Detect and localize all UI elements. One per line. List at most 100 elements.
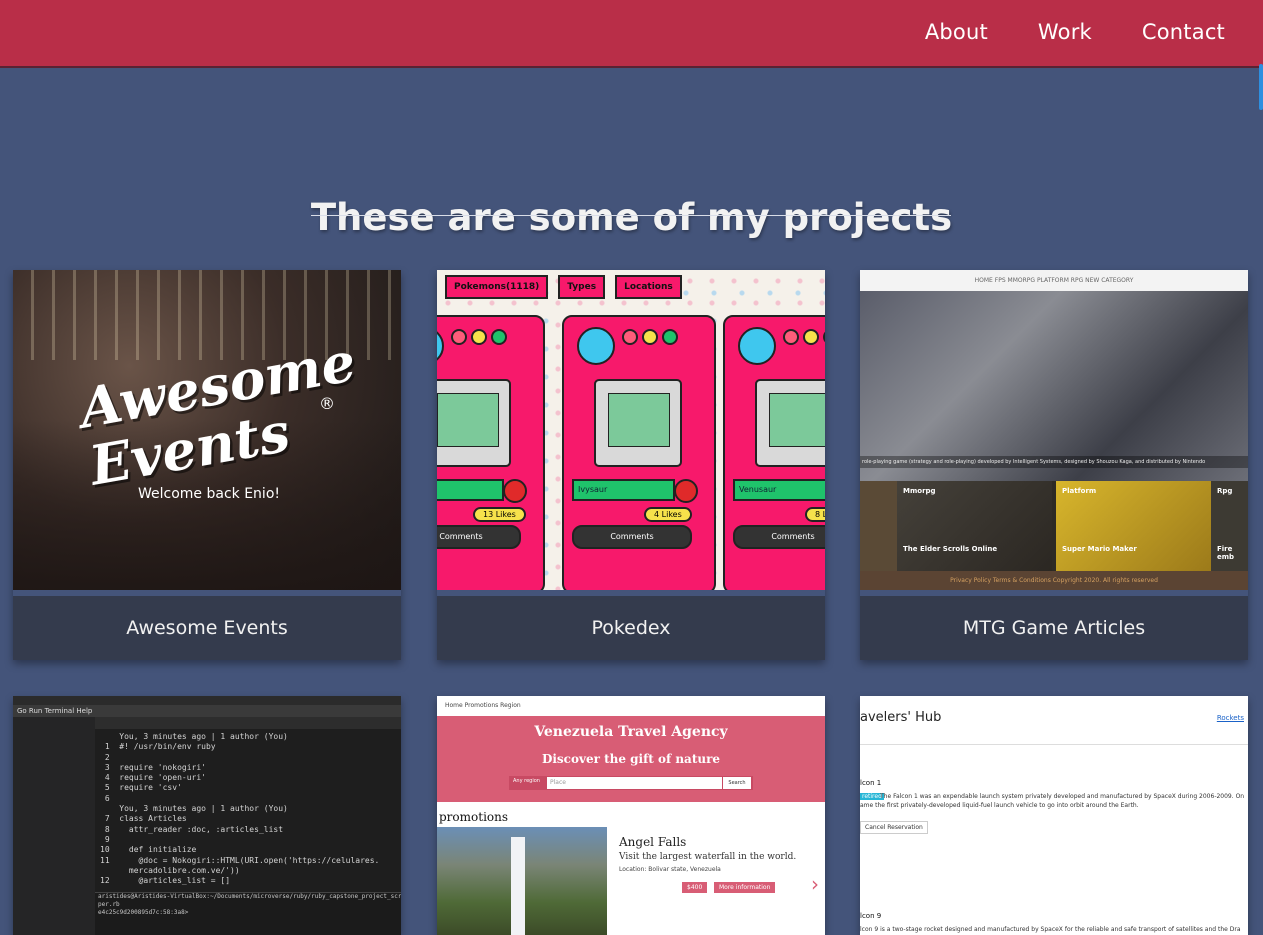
project-screenshot[interactable]: Awesome Events ® Welcome back Enio!	[13, 270, 401, 590]
heart-icon	[503, 479, 527, 503]
yellow-light-icon	[803, 329, 819, 345]
pokemon-screen	[755, 379, 825, 467]
pokemon-name: asaur	[437, 479, 504, 501]
green-light-icon	[491, 329, 507, 345]
promo-description: Visit the largest waterfall in the world…	[619, 852, 797, 862]
rocket-description: The Falcon 1 was an expendable launch sy…	[880, 793, 1245, 800]
editor-tabs	[95, 717, 401, 729]
mtg-menu: HOME FPS MMORPG PLATFORM RPG NEW CATEGOR…	[860, 270, 1248, 291]
lens-icon	[577, 327, 615, 365]
heading-underline	[311, 215, 951, 216]
promo-title: Angel Falls	[619, 835, 687, 849]
mtg-footer: Privacy Policy Terms & Conditions Copyri…	[860, 571, 1248, 590]
rocket-description: lcon 9 is a two-stage rocket designed an…	[860, 926, 1241, 933]
hero-artwork: role-playing game (strategy and role-pla…	[860, 291, 1248, 481]
waterfall-photo	[437, 827, 607, 935]
project-title[interactable]: Pokedex	[437, 596, 825, 660]
comments-button: Comments	[733, 525, 825, 549]
editor-sidebar	[13, 717, 95, 935]
chevron-right-icon: ›	[811, 872, 819, 896]
category-label: Mmorpg	[903, 487, 936, 495]
red-light-icon	[451, 329, 467, 345]
rocket-name: lcon 1	[860, 779, 882, 787]
registered-mark: ®	[319, 394, 335, 413]
likes-count: 4 Likes	[644, 507, 692, 522]
nav-link-contact[interactable]: Contact	[1142, 20, 1225, 44]
comments-button: Comments	[572, 525, 692, 549]
window-titlebar	[13, 696, 401, 705]
project-screenshot[interactable]: Home Promotions Region Venezuela Travel …	[437, 696, 825, 935]
cancel-reservation-button: Cancel Reservation	[860, 821, 928, 834]
hero-caption: role-playing game (strategy and role-pla…	[860, 456, 1248, 468]
travel-search: Any region Place Search	[509, 776, 753, 790]
category-row: Mmorpg The Elder Scrolls Online Platform…	[860, 481, 1248, 571]
article-title: The Elder Scrolls Online	[903, 545, 998, 553]
project-screenshot[interactable]: HOME FPS MMORPG PLATFORM RPG NEW CATEGOR…	[860, 270, 1248, 590]
category-tile-mmorpg: Mmorpg The Elder Scrolls Online	[897, 481, 1052, 571]
rockets-link: Rockets	[1216, 714, 1244, 722]
comments-button: Comments	[437, 525, 521, 549]
region-select: Any region	[513, 778, 540, 784]
project-screenshot[interactable]: Pokemons(1118) Types Locations asaur 13 …	[437, 270, 825, 590]
rocket-name: lcon 9	[860, 912, 882, 920]
pokemon-screen	[437, 379, 511, 467]
project-card-pokedex[interactable]: Pokemons(1118) Types Locations asaur 13 …	[437, 270, 825, 660]
category-label: Platform	[1062, 487, 1097, 495]
project-card-scraper[interactable]: Go Run Terminal Help You, 3 minutes ago …	[13, 696, 401, 935]
green-light-icon	[662, 329, 678, 345]
pokemon-screen	[594, 379, 682, 467]
article-title: Super Mario Maker	[1062, 545, 1137, 553]
green-light-icon	[823, 329, 825, 345]
travel-nav: Home Promotions Region	[437, 696, 825, 716]
top-navbar: About Work Contact	[0, 0, 1263, 68]
project-title[interactable]: MTG Game Articles	[860, 596, 1248, 660]
tab-locations: Locations	[615, 275, 682, 299]
promotions-heading: promotions	[439, 810, 509, 824]
main-nav: About Work Contact	[875, 20, 1225, 44]
project-card-travelers-hub[interactable]: avelers' Hub Rockets lcon 1 retired The …	[860, 696, 1248, 935]
rocket-description-cont: ame the first privately-developed liquid…	[860, 802, 1139, 809]
tab-types: Types	[558, 275, 606, 299]
terminal-panel: aristides@Aristides-VirtualBox:~/Documen…	[95, 892, 401, 935]
price-badge: $400	[682, 882, 708, 893]
tab-pokemons: Pokemons(1118)	[445, 275, 549, 299]
red-light-icon	[622, 329, 638, 345]
promo-location: Location: Bolivar state, Venezuela	[619, 866, 721, 873]
code-editor: You, 3 minutes ago | 1 author (You) 1 #!…	[100, 732, 380, 886]
likes-count: 8 L	[805, 507, 825, 522]
place-input: Place	[547, 777, 722, 789]
search-button: Search	[723, 777, 751, 789]
project-screenshot[interactable]: Go Run Terminal Help You, 3 minutes ago …	[13, 696, 401, 935]
editor-menubar: Go Run Terminal Help	[13, 705, 401, 717]
pokemon-name: Venusaur	[733, 479, 825, 501]
welcome-text: Welcome back Enio!	[138, 486, 280, 502]
project-card-mtg-articles[interactable]: HOME FPS MMORPG PLATFORM RPG NEW CATEGOR…	[860, 270, 1248, 660]
project-card-awesome-events[interactable]: Awesome Events ® Welcome back Enio! Awes…	[13, 270, 401, 660]
lens-icon	[437, 327, 444, 365]
more-info-button: More information	[714, 882, 776, 893]
yellow-light-icon	[471, 329, 487, 345]
heart-icon	[674, 479, 698, 503]
article-title: Fire emb	[1217, 545, 1235, 561]
category-tile-rpg: Rpg Fire emb	[1211, 481, 1248, 571]
travel-hero: Venezuela Travel Agency Discover the gif…	[437, 716, 825, 802]
red-light-icon	[783, 329, 799, 345]
pokedex-card: asaur 13 Likes Comments	[437, 315, 545, 590]
pokemon-name: Ivysaur	[572, 479, 675, 501]
travel-title: Venezuela Travel Agency	[534, 724, 728, 740]
lens-icon	[738, 327, 776, 365]
pokedex-card: Ivysaur 4 Likes Comments	[562, 315, 716, 590]
hub-brand: avelers' Hub	[860, 710, 942, 725]
nav-link-about[interactable]: About	[925, 20, 988, 44]
scrollbar-thumb[interactable]	[1259, 64, 1263, 110]
project-screenshot[interactable]: avelers' Hub Rockets lcon 1 retired The …	[860, 696, 1248, 935]
nav-link-work[interactable]: Work	[1038, 20, 1092, 44]
section-heading: These are some of my projects	[310, 195, 953, 239]
pokedex-card: Venusaur 8 L Comments	[723, 315, 825, 590]
project-card-travel-agency[interactable]: Home Promotions Region Venezuela Travel …	[437, 696, 825, 935]
project-title[interactable]: Awesome Events	[13, 596, 401, 660]
category-label: Rpg	[1217, 487, 1233, 495]
pokedex-tabs: Pokemons(1118) Types Locations	[445, 275, 682, 299]
travel-subtitle: Discover the gift of nature	[541, 752, 721, 766]
divider	[860, 744, 1248, 745]
